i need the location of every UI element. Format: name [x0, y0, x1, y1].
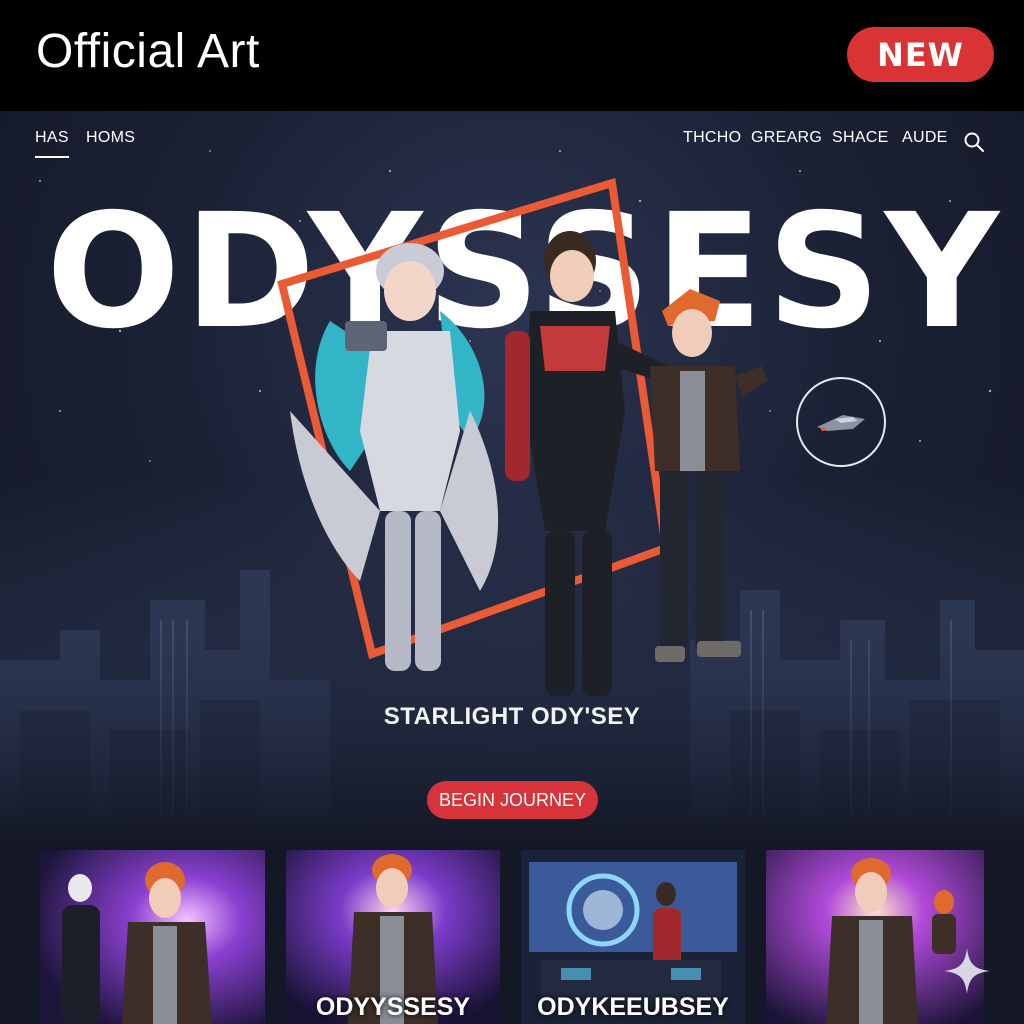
- thumbnail-caption: ODYKEEUBSEY: [537, 993, 729, 1021]
- hero-subtitle: STARLIGHT ODY'SEY: [383, 703, 641, 730]
- ship-badge[interactable]: [796, 377, 886, 467]
- hero-section: HAS HOMS THCHO GREARG SHACE AUDE ODYSSES…: [0, 111, 1024, 840]
- ship-icon: [817, 415, 865, 431]
- character-left: [290, 243, 499, 671]
- top-banner: Official Art NEW: [0, 0, 1024, 111]
- thumbnail-caption: ODYYSSESY: [315, 993, 471, 1021]
- new-badge[interactable]: NEW: [847, 27, 994, 82]
- thumbnail-card[interactable]: ODYKEEUBSEY: [521, 850, 745, 1024]
- banner-title: Official Art: [36, 25, 260, 78]
- begin-journey-button[interactable]: BEGIN JOURNEY: [427, 781, 598, 819]
- sparkle-icon: [944, 948, 990, 994]
- thumbnail-card[interactable]: [40, 850, 265, 1024]
- thumbnail-card[interactable]: ODYYSSESY: [286, 850, 500, 1024]
- thumbnail-art: [40, 850, 265, 1024]
- character-right: [650, 289, 768, 662]
